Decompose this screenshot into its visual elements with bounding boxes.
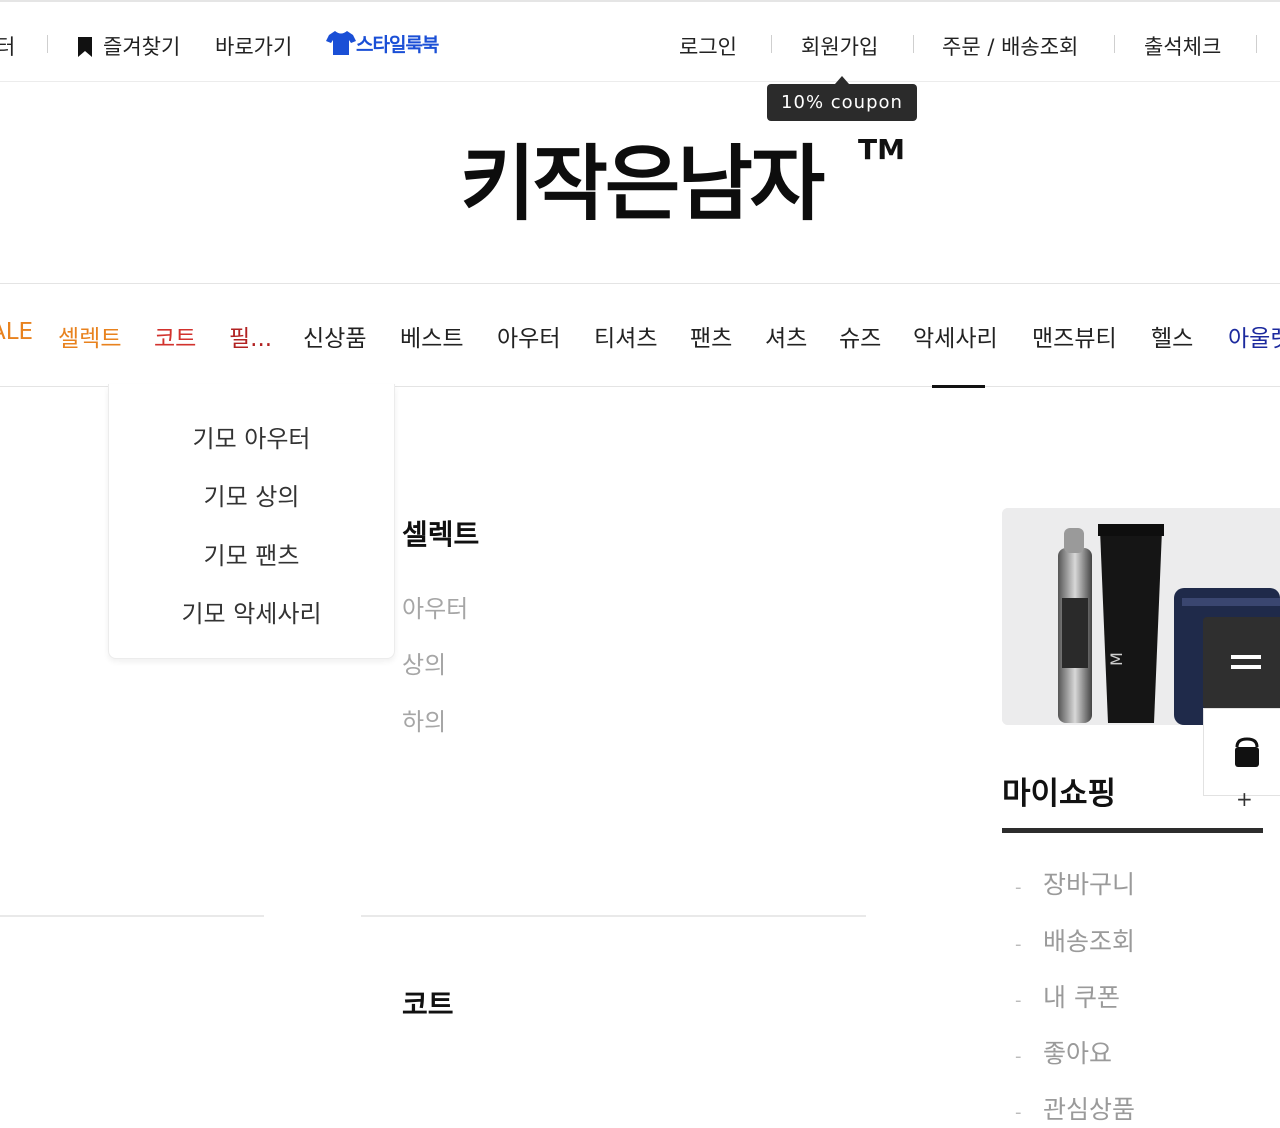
divider <box>913 35 914 53</box>
logo-text: 키작은남자 <box>460 137 825 232</box>
divider <box>361 915 866 917</box>
tshirt-icon <box>326 31 356 55</box>
myshopping-likes-link[interactable]: - 좋아요 <box>1015 1034 1112 1070</box>
cart-quick-button[interactable] <box>1203 708 1280 796</box>
nav-item-sale[interactable]: ALE <box>0 319 33 345</box>
myshopping-item-label: 장바구니 <box>1043 870 1136 899</box>
quick-menu-toggle[interactable] <box>1203 617 1280 709</box>
shopping-bag-icon <box>1235 737 1259 767</box>
myshopping-wishlist-link[interactable]: - 관심상품 <box>1015 1090 1135 1126</box>
category-link-bottom[interactable]: 하의 <box>402 702 446 737</box>
nav-item-select[interactable]: 셀렉트 <box>58 319 121 353</box>
dropdown-item[interactable]: 기모 아우터 <box>109 419 394 454</box>
nav-item-coat[interactable]: 코트 <box>154 319 196 353</box>
myshopping-item-label: 배송조회 <box>1043 927 1136 956</box>
nav-item-best[interactable]: 베스트 <box>400 319 463 353</box>
nav-active-indicator <box>932 385 985 388</box>
nav-item-pants[interactable]: 팬츠 <box>690 319 732 353</box>
nav-item-outlet[interactable]: 아울렛 <box>1228 319 1280 353</box>
myshopping-cart-link[interactable]: - 장바구니 <box>1015 865 1135 901</box>
shortcut-link[interactable]: 바로가기 <box>215 31 292 61</box>
expand-icon[interactable]: + <box>1236 787 1253 811</box>
myshopping-delivery-link[interactable]: - 배송조회 <box>1015 922 1135 958</box>
site-logo[interactable]: 키작은남자 TM <box>460 133 905 235</box>
top-utility-bar: 터 즐겨찾기 바로가기 스타일룩북 로그인 회원가입 주문 / 배송조회 출석체… <box>0 0 1280 82</box>
section-title-coat: 코트 <box>402 988 454 1021</box>
myshopping-underline <box>1002 828 1263 833</box>
divider <box>0 915 264 917</box>
dropdown-item[interactable]: 기모 상의 <box>109 477 394 512</box>
nav-item-shoes[interactable]: 슈즈 <box>839 319 881 353</box>
nav-item-mens-beauty[interactable]: 맨즈뷰티 <box>1032 319 1117 353</box>
section-title-select: 셀렉트 <box>402 518 480 551</box>
nav-item-shirts[interactable]: 셔츠 <box>765 319 807 353</box>
coupon-tooltip-arrow <box>835 76 849 84</box>
myshopping-item-label: 관심상품 <box>1043 1095 1136 1124</box>
stylebook-link[interactable]: 스타일룩북 <box>326 29 439 57</box>
nav-item-tshirts[interactable]: 티셔츠 <box>594 319 657 353</box>
myshopping-title: 마이쇼핑 <box>1002 776 1117 812</box>
logo-trademark: TM <box>858 133 905 166</box>
order-tracking-link[interactable]: 주문 / 배송조회 <box>942 31 1078 61</box>
bookmark-icon <box>78 37 92 57</box>
svg-text:M: M <box>1107 652 1126 666</box>
nav-item-new[interactable]: 신상품 <box>303 319 366 353</box>
divider <box>771 35 772 53</box>
menu-icon <box>1231 655 1261 669</box>
divider <box>47 35 48 53</box>
myshopping-item-label: 내 쿠폰 <box>1043 983 1120 1012</box>
topbar-cut-link[interactable]: 터 <box>0 31 15 61</box>
stylebook-label: 스타일룩북 <box>356 33 439 56</box>
myshopping-coupon-link[interactable]: -내 쿠폰 <box>1015 978 1120 1014</box>
dropdown-item[interactable]: 기모 악세사리 <box>109 594 394 629</box>
category-link-top[interactable]: 상의 <box>402 645 446 680</box>
main-nav: ALE 셀렉트 코트 필... 신상품 베스트 아우터 티셔츠 팬츠 셔츠 슈즈… <box>0 283 1280 388</box>
divider <box>1114 35 1115 53</box>
nav-item-health[interactable]: 헬스 <box>1151 319 1193 353</box>
nav-dropdown-menu: 기모 아우터 기모 상의 기모 팬츠 기모 악세사리 <box>108 384 395 659</box>
attendance-link[interactable]: 출석체크 <box>1144 31 1221 61</box>
dropdown-item[interactable]: 기모 팬츠 <box>109 536 394 571</box>
nav-item-accessories[interactable]: 악세사리 <box>913 319 998 353</box>
login-link[interactable]: 로그인 <box>679 31 737 61</box>
signup-link[interactable]: 회원가입 <box>801 31 878 61</box>
nav-item-fill[interactable]: 필... <box>229 319 272 353</box>
myshopping-item-label: 좋아요 <box>1043 1039 1113 1068</box>
bookmark-link[interactable]: 즐겨찾기 <box>103 31 180 61</box>
nav-item-outer[interactable]: 아우터 <box>497 319 560 353</box>
category-link-outer[interactable]: 아우터 <box>402 589 468 624</box>
coupon-tooltip: 10% coupon <box>767 84 917 121</box>
divider <box>1256 35 1257 53</box>
